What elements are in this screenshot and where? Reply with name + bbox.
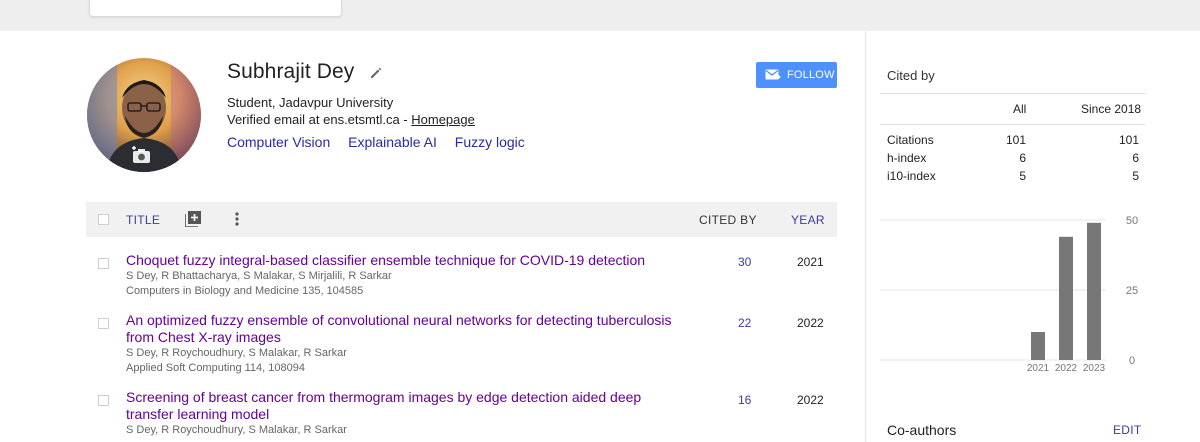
row-checkbox[interactable] (98, 395, 109, 406)
more-options-icon[interactable] (234, 211, 240, 227)
sort-by-cited[interactable]: CITED BY (699, 213, 757, 227)
stat-since: 5 (1132, 169, 1139, 183)
affiliation: Student, Jadavpur University (227, 95, 394, 110)
article-venue: Applied Soft Computing 114, 108094 (126, 362, 305, 374)
stat-label: Citations (887, 133, 934, 147)
x-tick-label: 2023 (1083, 363, 1106, 374)
x-tick-label: 2022 (1055, 363, 1078, 374)
stat-since: 101 (1118, 133, 1139, 147)
col-all-label: All (1013, 102, 1027, 116)
article-authors: S Dey, R Bhattacharya, S Malakar, S Mirj… (126, 270, 392, 282)
articles-table-header: TITLE CITED BY YEAR (86, 202, 837, 237)
stat-all: 101 (1005, 133, 1026, 147)
stat-label: i10-index (887, 169, 936, 183)
citations-chart: 50 25 0 2021 2022 2023 (880, 208, 1146, 378)
coauthors-heading: Co-authors (887, 422, 957, 438)
stat-all: 5 (1019, 169, 1026, 183)
stat-all: 6 (1019, 151, 1026, 165)
interest-explainable-ai[interactable]: Explainable AI (348, 134, 437, 150)
research-interests: Computer Vision Explainable AI Fuzzy log… (227, 134, 539, 150)
article-year: 2021 (797, 255, 824, 269)
email-text: Verified email at ens.etsmtl.ca - (227, 112, 412, 127)
cited-count[interactable]: 16 (738, 393, 751, 407)
y-tick-label: 0 (1129, 355, 1135, 367)
bar-2023[interactable] (1087, 222, 1101, 360)
edit-pencil-icon[interactable] (369, 66, 383, 80)
interest-computer-vision[interactable]: Computer Vision (227, 134, 330, 150)
follow-label: FOLLOW (787, 69, 835, 81)
profile-name: Subhrajit Dey (227, 60, 355, 83)
bar-2021[interactable] (1031, 332, 1045, 360)
divider (880, 93, 1146, 94)
stat-label: h-index (887, 151, 927, 165)
follow-button[interactable]: FOLLOW (756, 62, 837, 88)
y-tick-label: 50 (1126, 215, 1138, 227)
article-authors: S Dey, R Roychoudhury, S Malakar, R Sark… (126, 347, 347, 359)
y-tick-label: 25 (1126, 285, 1138, 297)
divider (880, 124, 1146, 125)
cited-count[interactable]: 30 (738, 255, 751, 269)
search-card[interactable] (89, 0, 342, 17)
row-checkbox[interactable] (98, 318, 109, 329)
sort-by-year[interactable]: YEAR (791, 213, 825, 227)
add-article-icon[interactable] (184, 211, 201, 228)
article-year: 2022 (797, 316, 824, 330)
interest-fuzzy-logic[interactable]: Fuzzy logic (455, 134, 525, 150)
coauthors-edit-button[interactable]: EDIT (1113, 423, 1142, 437)
article-authors: S Dey, R Roychoudhury, S Malakar, R Sark… (126, 424, 347, 436)
x-tick-label: 2021 (1027, 363, 1050, 374)
cited-by-heading: Cited by (887, 68, 935, 83)
mail-icon (765, 69, 781, 79)
bar-2022[interactable] (1059, 236, 1073, 360)
article-title[interactable]: Choquet fuzzy integral-based classifier … (126, 252, 686, 269)
select-all-checkbox[interactable] (98, 214, 109, 225)
article-title[interactable]: An optimized fuzzy ensemble of convoluti… (126, 312, 686, 346)
cited-count[interactable]: 22 (738, 316, 751, 330)
article-venue: Computers in Biology and Medicine 135, 1… (126, 285, 364, 297)
citations-chart-svg: 50 25 0 2021 2022 2023 (880, 215, 1138, 374)
row-checkbox[interactable] (98, 258, 109, 269)
homepage-link[interactable]: Homepage (411, 112, 475, 127)
add-photo-icon[interactable] (130, 146, 152, 164)
verified-email: Verified email at ens.etsmtl.ca - Homepa… (227, 112, 475, 127)
col-since-label: Since 2018 (1081, 102, 1142, 116)
article-year: 2022 (797, 393, 824, 407)
sort-by-title[interactable]: TITLE (126, 213, 160, 227)
article-title[interactable]: Screening of breast cancer from thermogr… (126, 389, 686, 423)
stat-since: 6 (1132, 151, 1139, 165)
